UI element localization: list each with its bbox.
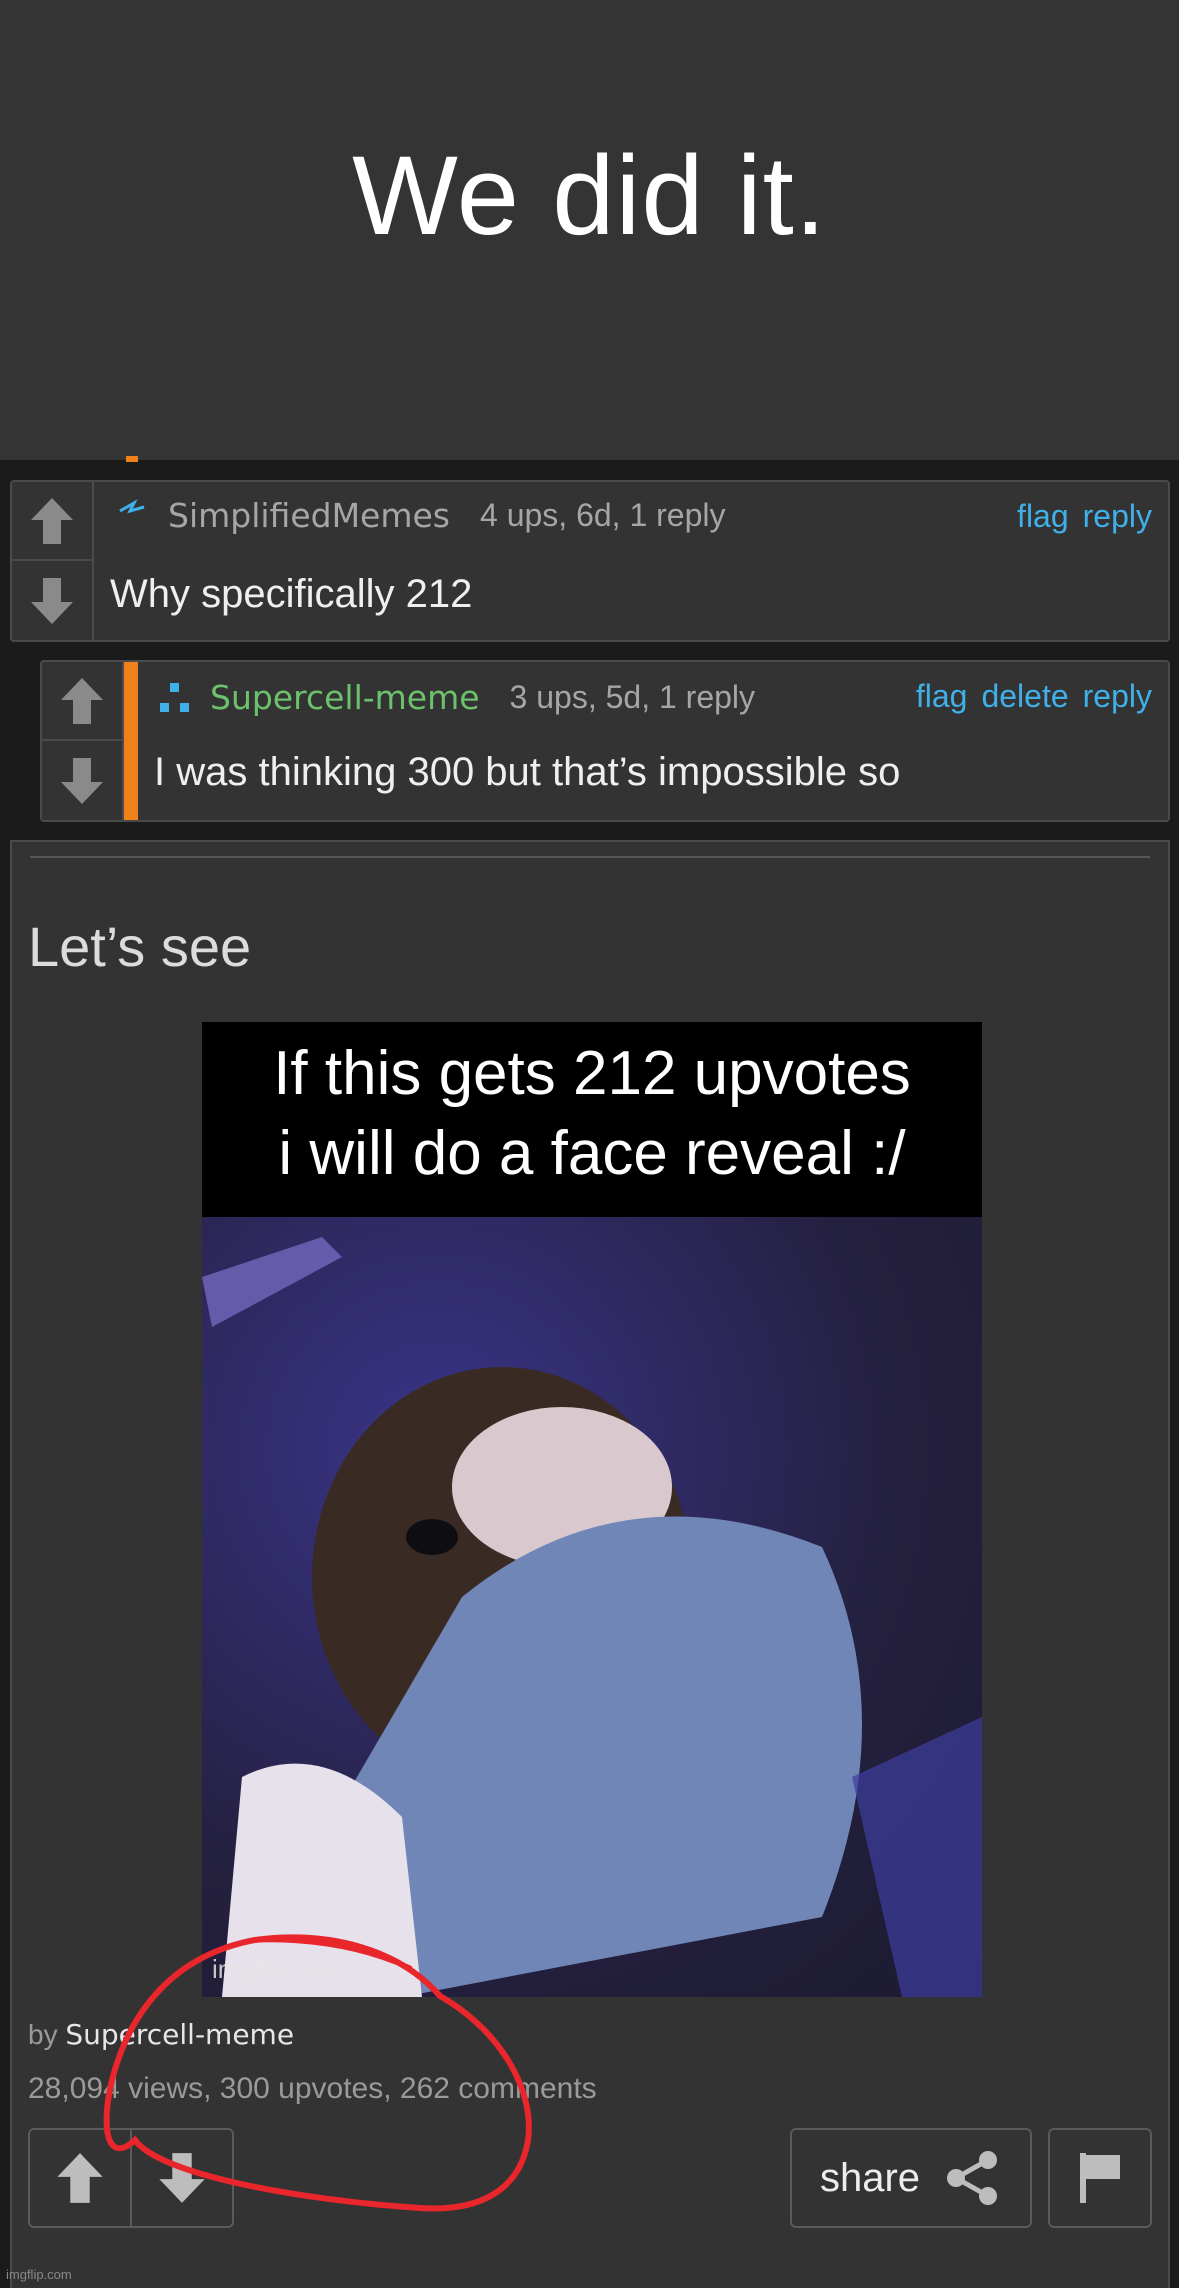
comment-vote-column (12, 482, 94, 640)
embedded-post: Let’s see If this gets 212 upvotes i wil… (10, 840, 1170, 2288)
flag-link[interactable]: flag (1017, 498, 1069, 535)
comment-reply: Supercell-meme 3 ups, 5d, 1 reply flag d… (40, 660, 1170, 822)
comment-stats: 3 ups, 5d, 1 reply (509, 679, 756, 715)
comment-username[interactable]: SimplifiedMemes (168, 496, 450, 535)
post-vote-group (28, 2128, 234, 2228)
op-indicator-stub (126, 456, 138, 462)
post-stats: 28,094 views, 300 upvotes, 262 comments (28, 2072, 597, 2105)
post-byline: by Supercell-meme (28, 2018, 294, 2051)
comment-actions: flag reply (1017, 498, 1152, 535)
meme-caption-line: i will do a face reveal :/ (278, 1119, 906, 1188)
photo-illustration (202, 1237, 982, 1997)
post-upvote-button[interactable] (30, 2130, 132, 2226)
flag-button[interactable] (1048, 2128, 1152, 2228)
flag-icon (1080, 2153, 1120, 2203)
flag-link[interactable]: flag (916, 678, 968, 715)
upvote-button[interactable] (42, 662, 122, 741)
post-author-link[interactable]: Supercell-meme (65, 2018, 294, 2051)
post-downvote-button[interactable] (132, 2130, 232, 2226)
comment-username[interactable]: Supercell-meme (210, 678, 480, 717)
reply-link[interactable]: reply (1083, 678, 1152, 715)
comment: SimplifiedMemes 4 ups, 6d, 1 reply flag … (10, 480, 1170, 642)
post-title: Let’s see (28, 915, 252, 978)
comment-text: Why specifically 212 (110, 572, 473, 616)
share-label: share (819, 2155, 921, 2200)
upvote-button[interactable] (12, 482, 92, 561)
meme-top-caption: We did it. (0, 0, 1179, 460)
byline-prefix: by (28, 2019, 58, 2050)
comment-stats: 4 ups, 6d, 1 reply (480, 497, 726, 533)
comment-meta: SimplifiedMemes 4 ups, 6d, 1 reply (116, 496, 725, 535)
delete-link[interactable]: delete (981, 678, 1068, 715)
meme-caption: If this gets 212 upvotes i will do a fac… (202, 1022, 982, 1217)
arrow-up-icon (61, 677, 103, 724)
meme-image[interactable]: If this gets 212 upvotes i will do a fac… (202, 1022, 982, 1997)
comment-meta: Supercell-meme 3 ups, 5d, 1 reply (158, 678, 755, 717)
user-avatar-icon (158, 681, 192, 715)
comment-actions: flag delete reply (916, 678, 1152, 715)
meme-caption-line: If this gets 212 upvotes (273, 1039, 911, 1108)
user-avatar-icon (116, 498, 150, 533)
arrow-down-icon (61, 757, 103, 804)
arrow-down-icon (31, 577, 73, 624)
share-icon (947, 2151, 998, 2205)
arrow-up-icon (57, 2153, 103, 2203)
caption-text: We did it. (352, 132, 827, 258)
meme-photo (202, 1217, 982, 1997)
comment-text: I was thinking 300 but that’s impossible… (154, 750, 901, 794)
share-button[interactable]: share (790, 2128, 1032, 2228)
downvote-button[interactable] (42, 741, 122, 820)
divider (30, 856, 1150, 858)
arrow-down-icon (159, 2153, 205, 2203)
meme-watermark: imgflip.com (212, 1954, 344, 1984)
site-watermark: imgflip.com (6, 2267, 72, 2282)
op-indicator-bar (124, 662, 138, 820)
comment-vote-column (42, 662, 124, 820)
arrow-up-icon (31, 497, 73, 544)
reply-link[interactable]: reply (1083, 498, 1152, 535)
downvote-button[interactable] (12, 561, 92, 640)
